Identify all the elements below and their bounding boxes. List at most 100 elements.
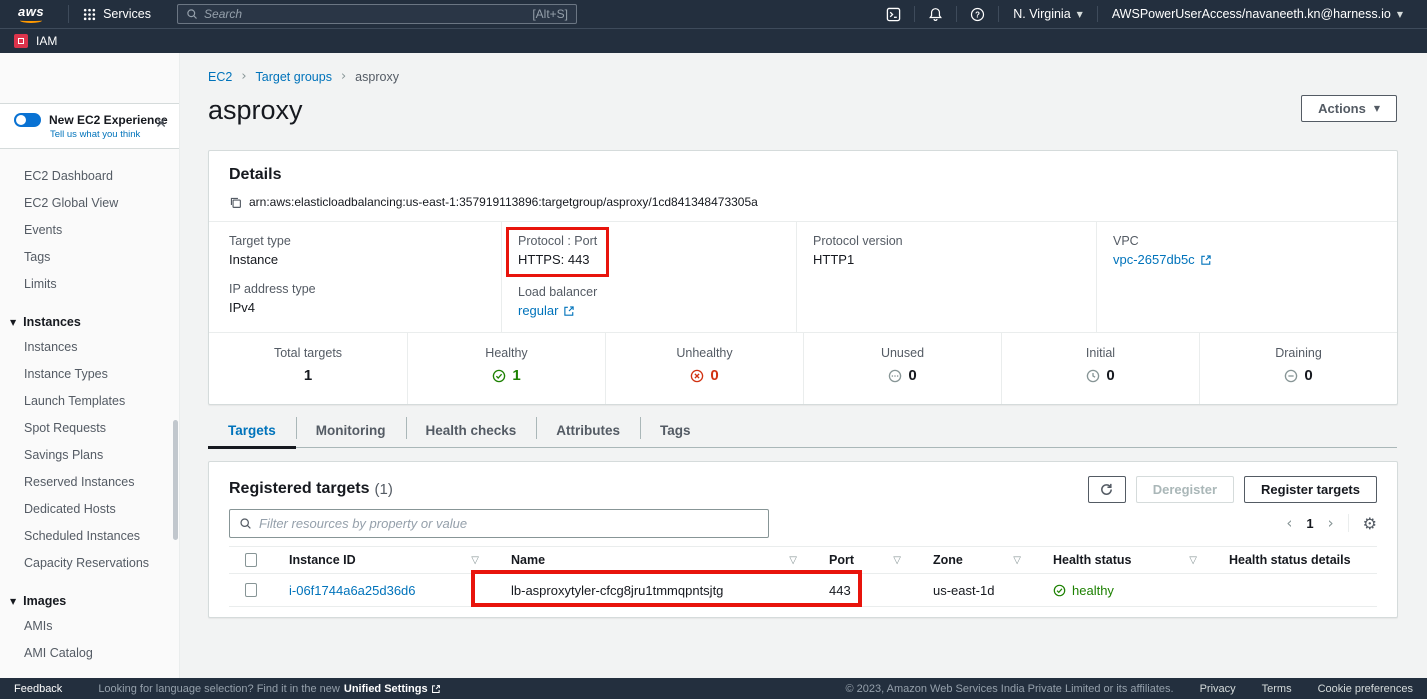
sidebar-item-tags[interactable]: Tags: [0, 244, 179, 271]
tab-monitoring[interactable]: Monitoring: [296, 423, 406, 447]
vpc-link[interactable]: vpc-2657db5c: [1113, 252, 1212, 267]
account-menu[interactable]: AWSPowerUserAccess/navaneeth.kn@harness.…: [1098, 7, 1417, 21]
table-row[interactable]: i-06f1744a6a25d36d6 lb-asproxytyler-cfcg…: [229, 574, 1377, 607]
help-button[interactable]: ?: [957, 7, 998, 22]
sidebar-section-header-images[interactable]: ▼ Images: [0, 589, 179, 613]
close-icon[interactable]: ✕: [155, 116, 167, 132]
sort-icon[interactable]: ▽: [789, 555, 797, 566]
register-targets-button[interactable]: Register targets: [1244, 476, 1377, 503]
breadcrumb-ec2[interactable]: EC2: [208, 70, 232, 84]
target-port-cell: 443: [813, 583, 917, 598]
aws-logo[interactable]: aws: [18, 6, 44, 23]
table-settings-gear-icon[interactable]: ⚙: [1363, 514, 1377, 533]
cloudshell-button[interactable]: [873, 7, 914, 22]
sort-icon[interactable]: ▽: [1189, 555, 1197, 566]
check-circle-icon: [1053, 584, 1066, 597]
sidebar-item-limits[interactable]: Limits: [0, 271, 179, 298]
field-label: VPC: [1113, 234, 1381, 248]
tell-us-link[interactable]: Tell us what you think: [50, 129, 169, 140]
search-icon: [239, 517, 252, 530]
stat-label: Unhealthy: [606, 346, 803, 360]
sort-icon[interactable]: ▽: [471, 555, 479, 566]
sidebar-item-ami-catalog[interactable]: AMI Catalog: [0, 640, 179, 667]
terms-link[interactable]: Terms: [1262, 683, 1292, 695]
recent-service-iam[interactable]: IAM: [14, 34, 57, 48]
sidebar-item-ec2-global-view[interactable]: EC2 Global View: [0, 190, 179, 217]
privacy-link[interactable]: Privacy: [1200, 683, 1236, 695]
stat-value: 0: [1304, 367, 1312, 384]
stat-label: Healthy: [408, 346, 605, 360]
unified-settings-link[interactable]: Unified Settings: [344, 683, 441, 695]
stat-initial: Initial 0: [1001, 333, 1199, 404]
external-link-icon: [1200, 254, 1212, 266]
account-label: AWSPowerUserAccess/navaneeth.kn@harness.…: [1112, 7, 1391, 21]
sidebar-item-reserved-instances[interactable]: Reserved Instances: [0, 469, 179, 496]
sidebar-item-scheduled-instances[interactable]: Scheduled Instances: [0, 523, 179, 550]
refresh-button[interactable]: [1088, 476, 1126, 503]
targets-filter-box[interactable]: [229, 509, 769, 538]
chevron-right-icon: ›: [341, 69, 346, 84]
sidebar-section-header-instances[interactable]: ▼ Instances: [0, 310, 179, 334]
targets-filter-input[interactable]: [259, 516, 759, 531]
cookie-preferences-link[interactable]: Cookie preferences: [1318, 683, 1413, 695]
tab-health-checks[interactable]: Health checks: [406, 423, 537, 447]
actions-label: Actions: [1318, 101, 1366, 116]
next-page-button[interactable]: ›: [1328, 514, 1334, 532]
sidebar-item-launch-templates[interactable]: Launch Templates: [0, 388, 179, 415]
sort-icon[interactable]: ▽: [893, 555, 901, 566]
health-status-text: healthy: [1072, 583, 1114, 598]
chevron-down-icon: ▼: [1077, 10, 1083, 19]
stat-value: 0: [908, 367, 916, 384]
deregister-button[interactable]: Deregister: [1136, 476, 1234, 503]
details-fields: Target type Instance IP address type IPv…: [209, 221, 1397, 333]
region-selector[interactable]: N. Virginia ▼: [999, 7, 1097, 21]
target-group-arn: arn:aws:elasticloadbalancing:us-east-1:3…: [249, 195, 758, 209]
feedback-link[interactable]: Feedback: [14, 683, 62, 695]
new-experience-toggle[interactable]: [14, 113, 41, 127]
select-all-checkbox[interactable]: [245, 553, 257, 567]
tab-targets[interactable]: Targets: [208, 423, 296, 447]
stat-label: Draining: [1200, 346, 1397, 360]
row-checkbox[interactable]: [245, 583, 257, 597]
sidebar-item-events[interactable]: Events: [0, 217, 179, 244]
actions-button[interactable]: Actions ▼: [1301, 95, 1397, 122]
instance-id-link[interactable]: i-06f1744a6a25d36d6: [289, 583, 416, 598]
stat-label: Initial: [1002, 346, 1199, 360]
details-heading: Details: [229, 166, 1377, 184]
field-value: HTTP1: [813, 252, 1080, 267]
main-content: EC2 › Target groups › asproxy asproxy Ac…: [180, 53, 1427, 678]
health-status-cell: healthy: [1053, 583, 1114, 598]
copy-icon[interactable]: [229, 196, 242, 209]
field-protocol-version: Protocol version HTTP1: [813, 234, 1080, 267]
column-header-port: Port: [829, 553, 854, 567]
global-search-input[interactable]: [204, 7, 526, 21]
copyright-text: © 2023, Amazon Web Services India Privat…: [846, 683, 1174, 695]
link-text: vpc-2657db5c: [1113, 252, 1195, 267]
sidebar-item-ec2-dashboard[interactable]: EC2 Dashboard: [0, 163, 179, 190]
notifications-button[interactable]: [915, 7, 956, 22]
load-balancer-link[interactable]: regular: [518, 303, 575, 318]
refresh-icon: [1099, 482, 1114, 497]
breadcrumb-target-groups[interactable]: Target groups: [256, 70, 332, 84]
sidebar-item-instances[interactable]: Instances: [0, 334, 179, 361]
sidebar-scrollbar[interactable]: [173, 420, 178, 540]
field-vpc: VPC vpc-2657db5c: [1113, 234, 1381, 267]
sidebar-item-spot-requests[interactable]: Spot Requests: [0, 415, 179, 442]
topnav-right-cluster: ? N. Virginia ▼ AWSPowerUserAccess/navan…: [873, 6, 1417, 22]
sidebar-item-savings-plans[interactable]: Savings Plans: [0, 442, 179, 469]
sidebar-item-instance-types[interactable]: Instance Types: [0, 361, 179, 388]
global-search-bar[interactable]: [Alt+S]: [177, 4, 577, 24]
tab-attributes[interactable]: Attributes: [536, 423, 640, 447]
sidebar-item-dedicated-hosts[interactable]: Dedicated Hosts: [0, 496, 179, 523]
ellipsis-circle-icon: [888, 369, 902, 383]
services-menu-button[interactable]: Services: [79, 7, 155, 21]
tab-tags[interactable]: Tags: [640, 423, 711, 447]
services-label: Services: [103, 7, 151, 21]
field-label: Protocol version: [813, 234, 1080, 248]
pager-divider: [1348, 514, 1349, 532]
sidebar-item-capacity-reservations[interactable]: Capacity Reservations: [0, 550, 179, 577]
sidebar-nav-list: EC2 Dashboard EC2 Global View Events Tag…: [0, 149, 179, 678]
previous-page-button[interactable]: ‹: [1286, 514, 1292, 532]
sidebar-item-amis[interactable]: AMIs: [0, 613, 179, 640]
sort-icon[interactable]: ▽: [1013, 555, 1021, 566]
